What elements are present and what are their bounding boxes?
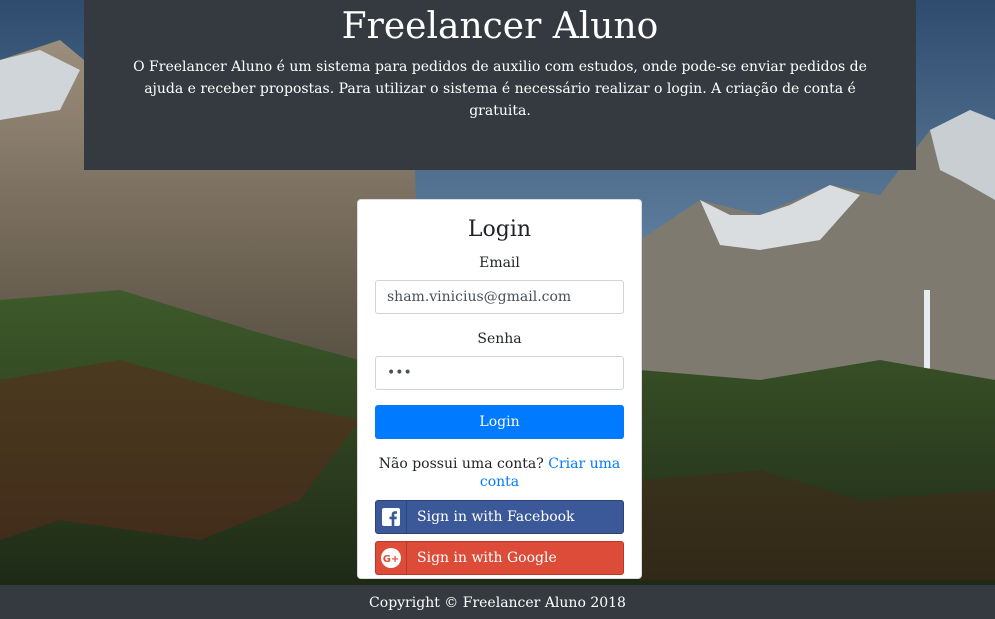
google-plus-icon: G+	[376, 542, 407, 574]
facebook-icon	[376, 501, 407, 533]
facebook-signin-label: Sign in with Facebook	[417, 509, 575, 525]
password-field[interactable]: •••	[375, 356, 624, 390]
google-signin-button[interactable]: G+ Sign in with Google	[375, 541, 624, 575]
login-title: Login	[467, 217, 532, 242]
password-label: Senha	[477, 331, 522, 347]
site-description: O Freelancer Aluno é um sistema para ped…	[133, 59, 867, 119]
signup-prompt: Não possui uma conta?	[378, 456, 544, 472]
signup-row: Não possui uma conta? Criar uma conta	[358, 455, 641, 491]
google-signin-label: Sign in with Google	[417, 550, 557, 566]
page: Freelancer Aluno O Freelancer Aluno é um…	[0, 0, 995, 619]
header-banner: Freelancer Aluno O Freelancer Aluno é um…	[84, 0, 916, 170]
site-title: Freelancer Aluno	[341, 6, 659, 47]
email-field[interactable]: sham.vinicius@gmail.com	[375, 280, 624, 314]
copyright-text: Copyright © Freelancer Aluno 2018	[369, 595, 626, 611]
login-button[interactable]: Login	[375, 405, 624, 439]
email-label: Email	[479, 255, 520, 271]
facebook-signin-button[interactable]: Sign in with Facebook	[375, 500, 624, 534]
footer: Copyright © Freelancer Aluno 2018	[0, 585, 995, 619]
svg-text:G+: G+	[383, 554, 400, 565]
login-card: Login Email sham.vinicius@gmail.com Senh…	[357, 199, 642, 579]
